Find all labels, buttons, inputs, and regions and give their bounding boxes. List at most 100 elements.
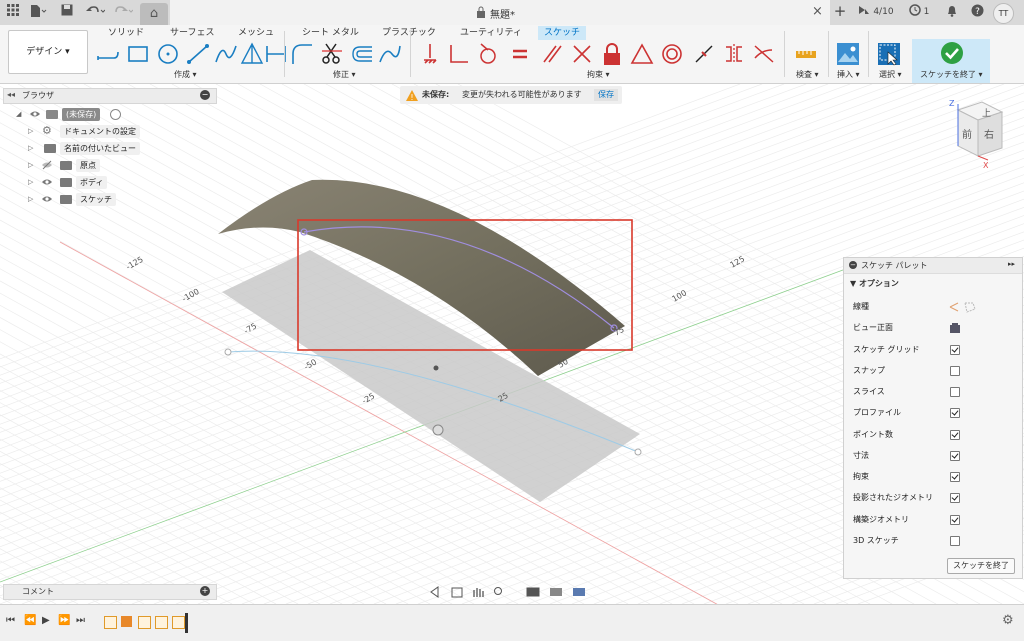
expand-arrow-icon[interactable]: ▷	[28, 159, 33, 172]
offset-tool-icon[interactable]	[350, 42, 374, 66]
profile-checkbox[interactable]	[950, 408, 960, 418]
palette-row-snap[interactable]: スナップ	[853, 364, 1013, 378]
expand-arrow-icon[interactable]: ▷	[28, 176, 33, 189]
play-icon[interactable]: ▶	[42, 615, 50, 626]
palette-row-3d-sketch[interactable]: 3D スケッチ	[853, 534, 1013, 548]
viewcube[interactable]: 上 前 右 Z X	[940, 96, 1010, 170]
tab-sheet-metal[interactable]: シート メタル	[302, 26, 359, 40]
minimize-panel-icon[interactable]: −	[200, 90, 210, 100]
3d-sketch-checkbox[interactable]	[950, 536, 960, 546]
new-tab-icon[interactable]: +	[832, 4, 848, 20]
parallel-constraint-icon[interactable]	[540, 42, 564, 66]
go-to-end-icon[interactable]: ⏭	[76, 615, 85, 626]
pan-hand-icon[interactable]	[473, 588, 484, 597]
workspace-switcher[interactable]: デザイン ▾	[8, 30, 88, 74]
document-tab[interactable]: 無題* ×	[170, 0, 830, 25]
palette-row-projected-geometry[interactable]: 投影されたジオメトリ	[853, 491, 1013, 505]
palette-section-options[interactable]: ▼ オプション	[850, 278, 899, 289]
palette-row-slice[interactable]: スライス	[853, 385, 1013, 399]
timeline-features[interactable]	[102, 613, 188, 633]
zoom-icon[interactable]	[494, 587, 502, 595]
tree-item-origin[interactable]: ▷ 原点	[28, 159, 218, 172]
save-link[interactable]: 保存	[594, 89, 618, 101]
insert-image-icon[interactable]	[836, 42, 860, 66]
look-at-icon[interactable]	[949, 322, 961, 334]
comments-panel-header[interactable]: コメント +	[3, 584, 217, 600]
timeline-sketch-icon[interactable]	[104, 616, 117, 629]
profile-point[interactable]	[634, 448, 642, 456]
dimensions-checkbox[interactable]	[950, 451, 960, 461]
fix-constraint-icon[interactable]	[418, 42, 442, 66]
palette-expand-icon[interactable]: ▸▸	[1008, 260, 1015, 268]
save-icon[interactable]	[60, 4, 74, 20]
equal-constraint-icon[interactable]	[508, 42, 532, 66]
collapse-panel-icon[interactable]: ◂◂	[7, 90, 15, 99]
visibility-eye-icon[interactable]	[30, 109, 40, 119]
perpendicular-constraint-icon[interactable]	[446, 42, 470, 66]
home-tab-icon[interactable]: ⌂	[140, 3, 168, 25]
palette-minimize-icon[interactable]: −	[849, 261, 857, 269]
tab-mesh[interactable]: メッシュ	[238, 26, 274, 40]
lock-constraint-icon[interactable]	[600, 42, 624, 66]
palette-row-dimensions[interactable]: 寸法	[853, 449, 1013, 463]
help-icon[interactable]: ?	[970, 4, 984, 20]
step-back-icon[interactable]: ⏪	[24, 615, 36, 626]
curvature-constraint-icon[interactable]	[752, 42, 776, 66]
tab-utility[interactable]: ユーティリティ	[460, 26, 522, 40]
palette-row-construction-geometry[interactable]: 構築ジオメトリ	[853, 513, 1013, 527]
step-forward-icon[interactable]: ⏩	[58, 615, 70, 626]
coincident-constraint-icon[interactable]	[570, 42, 594, 66]
expand-arrow-icon[interactable]: ◢	[16, 108, 21, 121]
palette-finish-sketch-button[interactable]: スケッチを終了	[947, 558, 1015, 574]
hidden-eye-icon[interactable]	[42, 160, 52, 170]
tree-item-bodies[interactable]: ▷ ボディ	[28, 176, 218, 189]
palette-row-constraints[interactable]: 拘束	[853, 470, 1013, 484]
create-group-label[interactable]: 作成 ▾	[174, 69, 197, 80]
notification-status[interactable]: 1	[906, 4, 932, 20]
arc-tool-icon[interactable]	[186, 42, 210, 66]
timeline-sketch-icon[interactable]	[155, 616, 168, 629]
constraints-group-label[interactable]: 拘束 ▾	[587, 69, 610, 80]
palette-header[interactable]: − スケッチ パレット ▸▸	[844, 258, 1022, 274]
timeline-sketch-icon[interactable]	[138, 616, 151, 629]
tree-item-named-views[interactable]: ▷ 名前の付いたビュー	[28, 142, 218, 155]
trim-scissors-icon[interactable]	[320, 42, 344, 66]
visibility-eye-icon[interactable]	[42, 194, 52, 204]
tree-item-document-settings[interactable]: ▷ ⚙ ドキュメントの設定	[28, 124, 218, 138]
tree-root-row[interactable]: ◢ (未保存)	[16, 108, 216, 121]
polygon-tool-icon[interactable]	[240, 42, 264, 66]
go-to-start-icon[interactable]: ⏮	[6, 615, 15, 626]
tree-item-sketches[interactable]: ▷ スケッチ	[28, 193, 218, 206]
origin-point[interactable]	[432, 424, 444, 436]
tab-solid[interactable]: ソリッド	[108, 26, 144, 40]
insert-group-label[interactable]: 挿入 ▾	[837, 69, 860, 80]
inspect-group-label[interactable]: 検査 ▾	[796, 69, 819, 80]
curve-tool-icon[interactable]	[378, 42, 402, 66]
close-tab-icon[interactable]: ×	[812, 4, 823, 19]
display-settings-icon[interactable]	[526, 587, 540, 597]
rectangle-tool-icon[interactable]	[126, 42, 150, 66]
tab-surface[interactable]: サーフェス	[170, 26, 214, 40]
timeline-sketch-icon[interactable]	[172, 616, 185, 629]
file-menu-icon[interactable]	[28, 4, 48, 20]
active-radio-icon[interactable]	[110, 109, 121, 120]
symmetry-constraint-icon[interactable]	[722, 42, 746, 66]
expand-arrow-icon[interactable]: ▷	[28, 125, 33, 138]
slice-checkbox[interactable]	[950, 387, 960, 397]
constraints-checkbox[interactable]	[950, 472, 960, 482]
redo-icon[interactable]	[112, 4, 134, 20]
finish-sketch-button[interactable]: スケッチを終了 ▾	[912, 39, 990, 83]
measure-ruler-icon[interactable]	[794, 42, 818, 66]
center-point[interactable]	[433, 365, 439, 371]
tangent-constraint-icon[interactable]	[476, 42, 500, 66]
modify-group-label[interactable]: 修正 ▾	[333, 69, 356, 80]
select-tool-icon[interactable]	[877, 42, 901, 66]
linetype-icon[interactable]	[948, 301, 978, 313]
midpoint-constraint-icon[interactable]	[692, 42, 716, 66]
viewports-icon[interactable]	[573, 588, 585, 596]
select-group-label[interactable]: 選択 ▾	[879, 69, 902, 80]
profile-point[interactable]	[224, 348, 232, 356]
tab-sketch[interactable]: スケッチ	[538, 26, 587, 40]
expand-arrow-icon[interactable]: ▷	[28, 193, 33, 206]
timeline-extrude-icon[interactable]	[121, 616, 132, 627]
